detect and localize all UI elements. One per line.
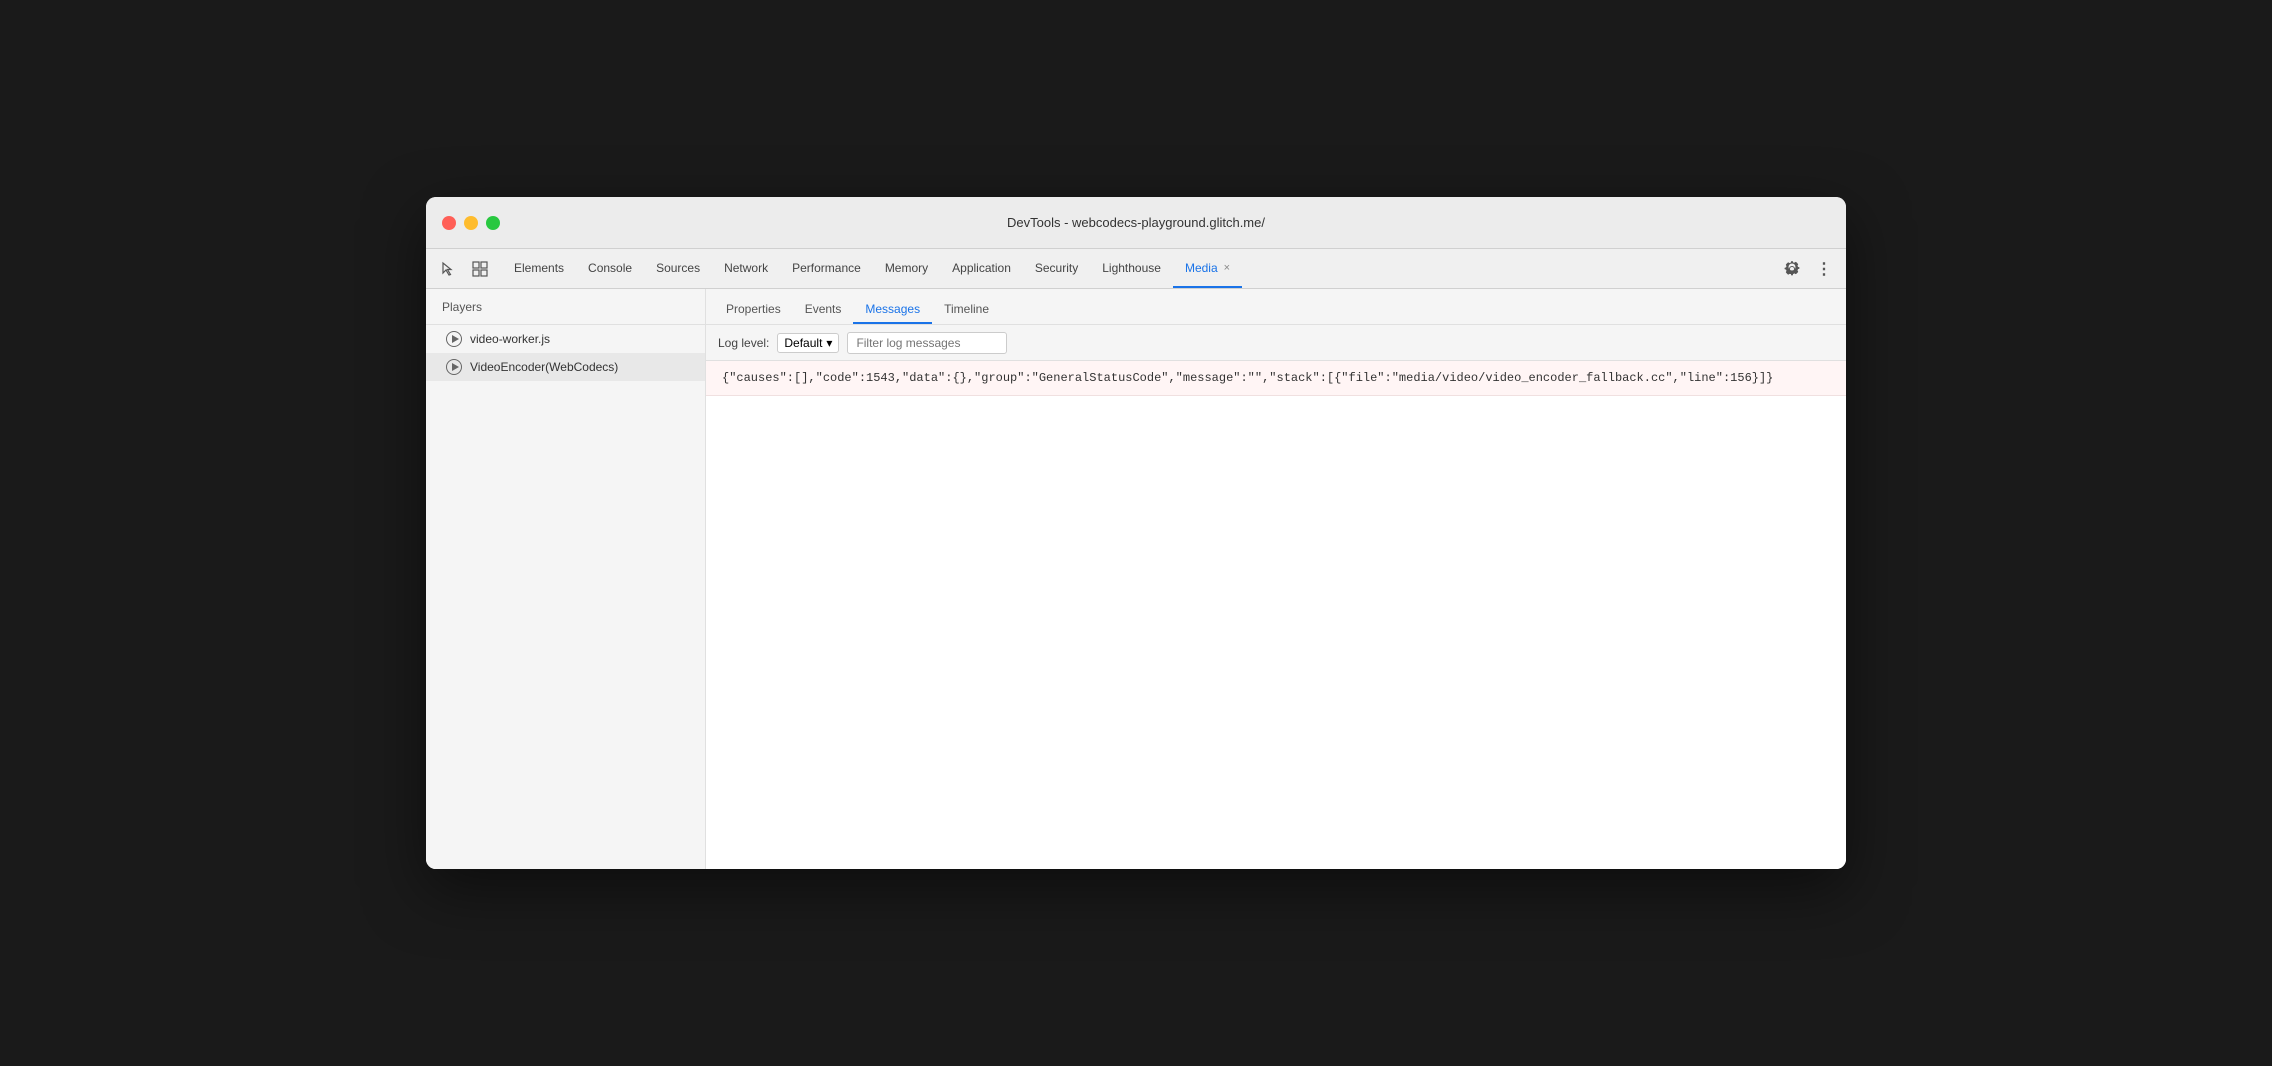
maximize-button[interactable] [486, 216, 500, 230]
tab-application[interactable]: Application [940, 249, 1023, 288]
gear-icon [1784, 261, 1800, 277]
nav-icons-group [434, 255, 494, 283]
nav-actions: ⋮ [1778, 255, 1838, 283]
tab-properties[interactable]: Properties [714, 289, 793, 324]
tab-media[interactable]: Media × [1173, 249, 1242, 288]
more-options-button[interactable]: ⋮ [1810, 255, 1838, 283]
close-tab-icon[interactable]: × [1224, 262, 1230, 274]
sidebar-item-video-worker[interactable]: video-worker.js [426, 325, 705, 353]
window-title: DevTools - webcodecs-playground.glitch.m… [1007, 215, 1265, 230]
cursor-icon-button[interactable] [434, 255, 462, 283]
cursor-icon [440, 261, 456, 277]
devtools-window: DevTools - webcodecs-playground.glitch.m… [426, 197, 1846, 869]
right-panel: Properties Events Messages Timeline Log … [706, 289, 1846, 869]
tab-performance[interactable]: Performance [780, 249, 873, 288]
panel-tabs: Properties Events Messages Timeline [706, 289, 1846, 325]
sidebar-item-label-videoencoder: VideoEncoder(WebCodecs) [470, 360, 618, 374]
chevron-down-icon: ▾ [826, 336, 832, 350]
tab-console[interactable]: Console [576, 249, 644, 288]
inspect-icon-button[interactable] [466, 255, 494, 283]
play-icon [446, 331, 462, 347]
tab-messages[interactable]: Messages [853, 289, 932, 324]
more-icon: ⋮ [1816, 259, 1832, 279]
tab-events[interactable]: Events [793, 289, 854, 324]
message-text: {"causes":[],"code":1543,"data":{},"grou… [722, 371, 1773, 385]
tab-timeline[interactable]: Timeline [932, 289, 1001, 324]
traffic-lights [442, 216, 500, 230]
sidebar-item-label-video-worker: video-worker.js [470, 332, 550, 346]
log-level-select[interactable]: Default ▾ [777, 333, 839, 353]
tab-security[interactable]: Security [1023, 249, 1090, 288]
inspect-icon [472, 261, 488, 277]
message-row: {"causes":[],"code":1543,"data":{},"grou… [706, 361, 1846, 396]
sidebar-item-videoencoder[interactable]: VideoEncoder(WebCodecs) [426, 353, 705, 381]
sidebar: Players video-worker.js VideoEncoder(Web… [426, 289, 706, 869]
messages-area: {"causes":[],"code":1543,"data":{},"grou… [706, 361, 1846, 869]
tab-elements[interactable]: Elements [502, 249, 576, 288]
play-icon-2 [446, 359, 462, 375]
settings-button[interactable] [1778, 255, 1806, 283]
minimize-button[interactable] [464, 216, 478, 230]
tab-sources[interactable]: Sources [644, 249, 712, 288]
log-level-label: Log level: [718, 336, 769, 350]
log-level-value: Default [784, 336, 822, 350]
titlebar: DevTools - webcodecs-playground.glitch.m… [426, 197, 1846, 249]
filter-input[interactable] [847, 332, 1007, 354]
sidebar-header: Players [426, 289, 705, 325]
main-content: Players video-worker.js VideoEncoder(Web… [426, 289, 1846, 869]
close-button[interactable] [442, 216, 456, 230]
tab-lighthouse[interactable]: Lighthouse [1090, 249, 1173, 288]
messages-toolbar: Log level: Default ▾ [706, 325, 1846, 361]
tab-memory[interactable]: Memory [873, 249, 940, 288]
devtools-navbar: Elements Console Sources Network Perform… [426, 249, 1846, 289]
tab-network[interactable]: Network [712, 249, 780, 288]
nav-tabs-container: Elements Console Sources Network Perform… [502, 249, 1778, 288]
